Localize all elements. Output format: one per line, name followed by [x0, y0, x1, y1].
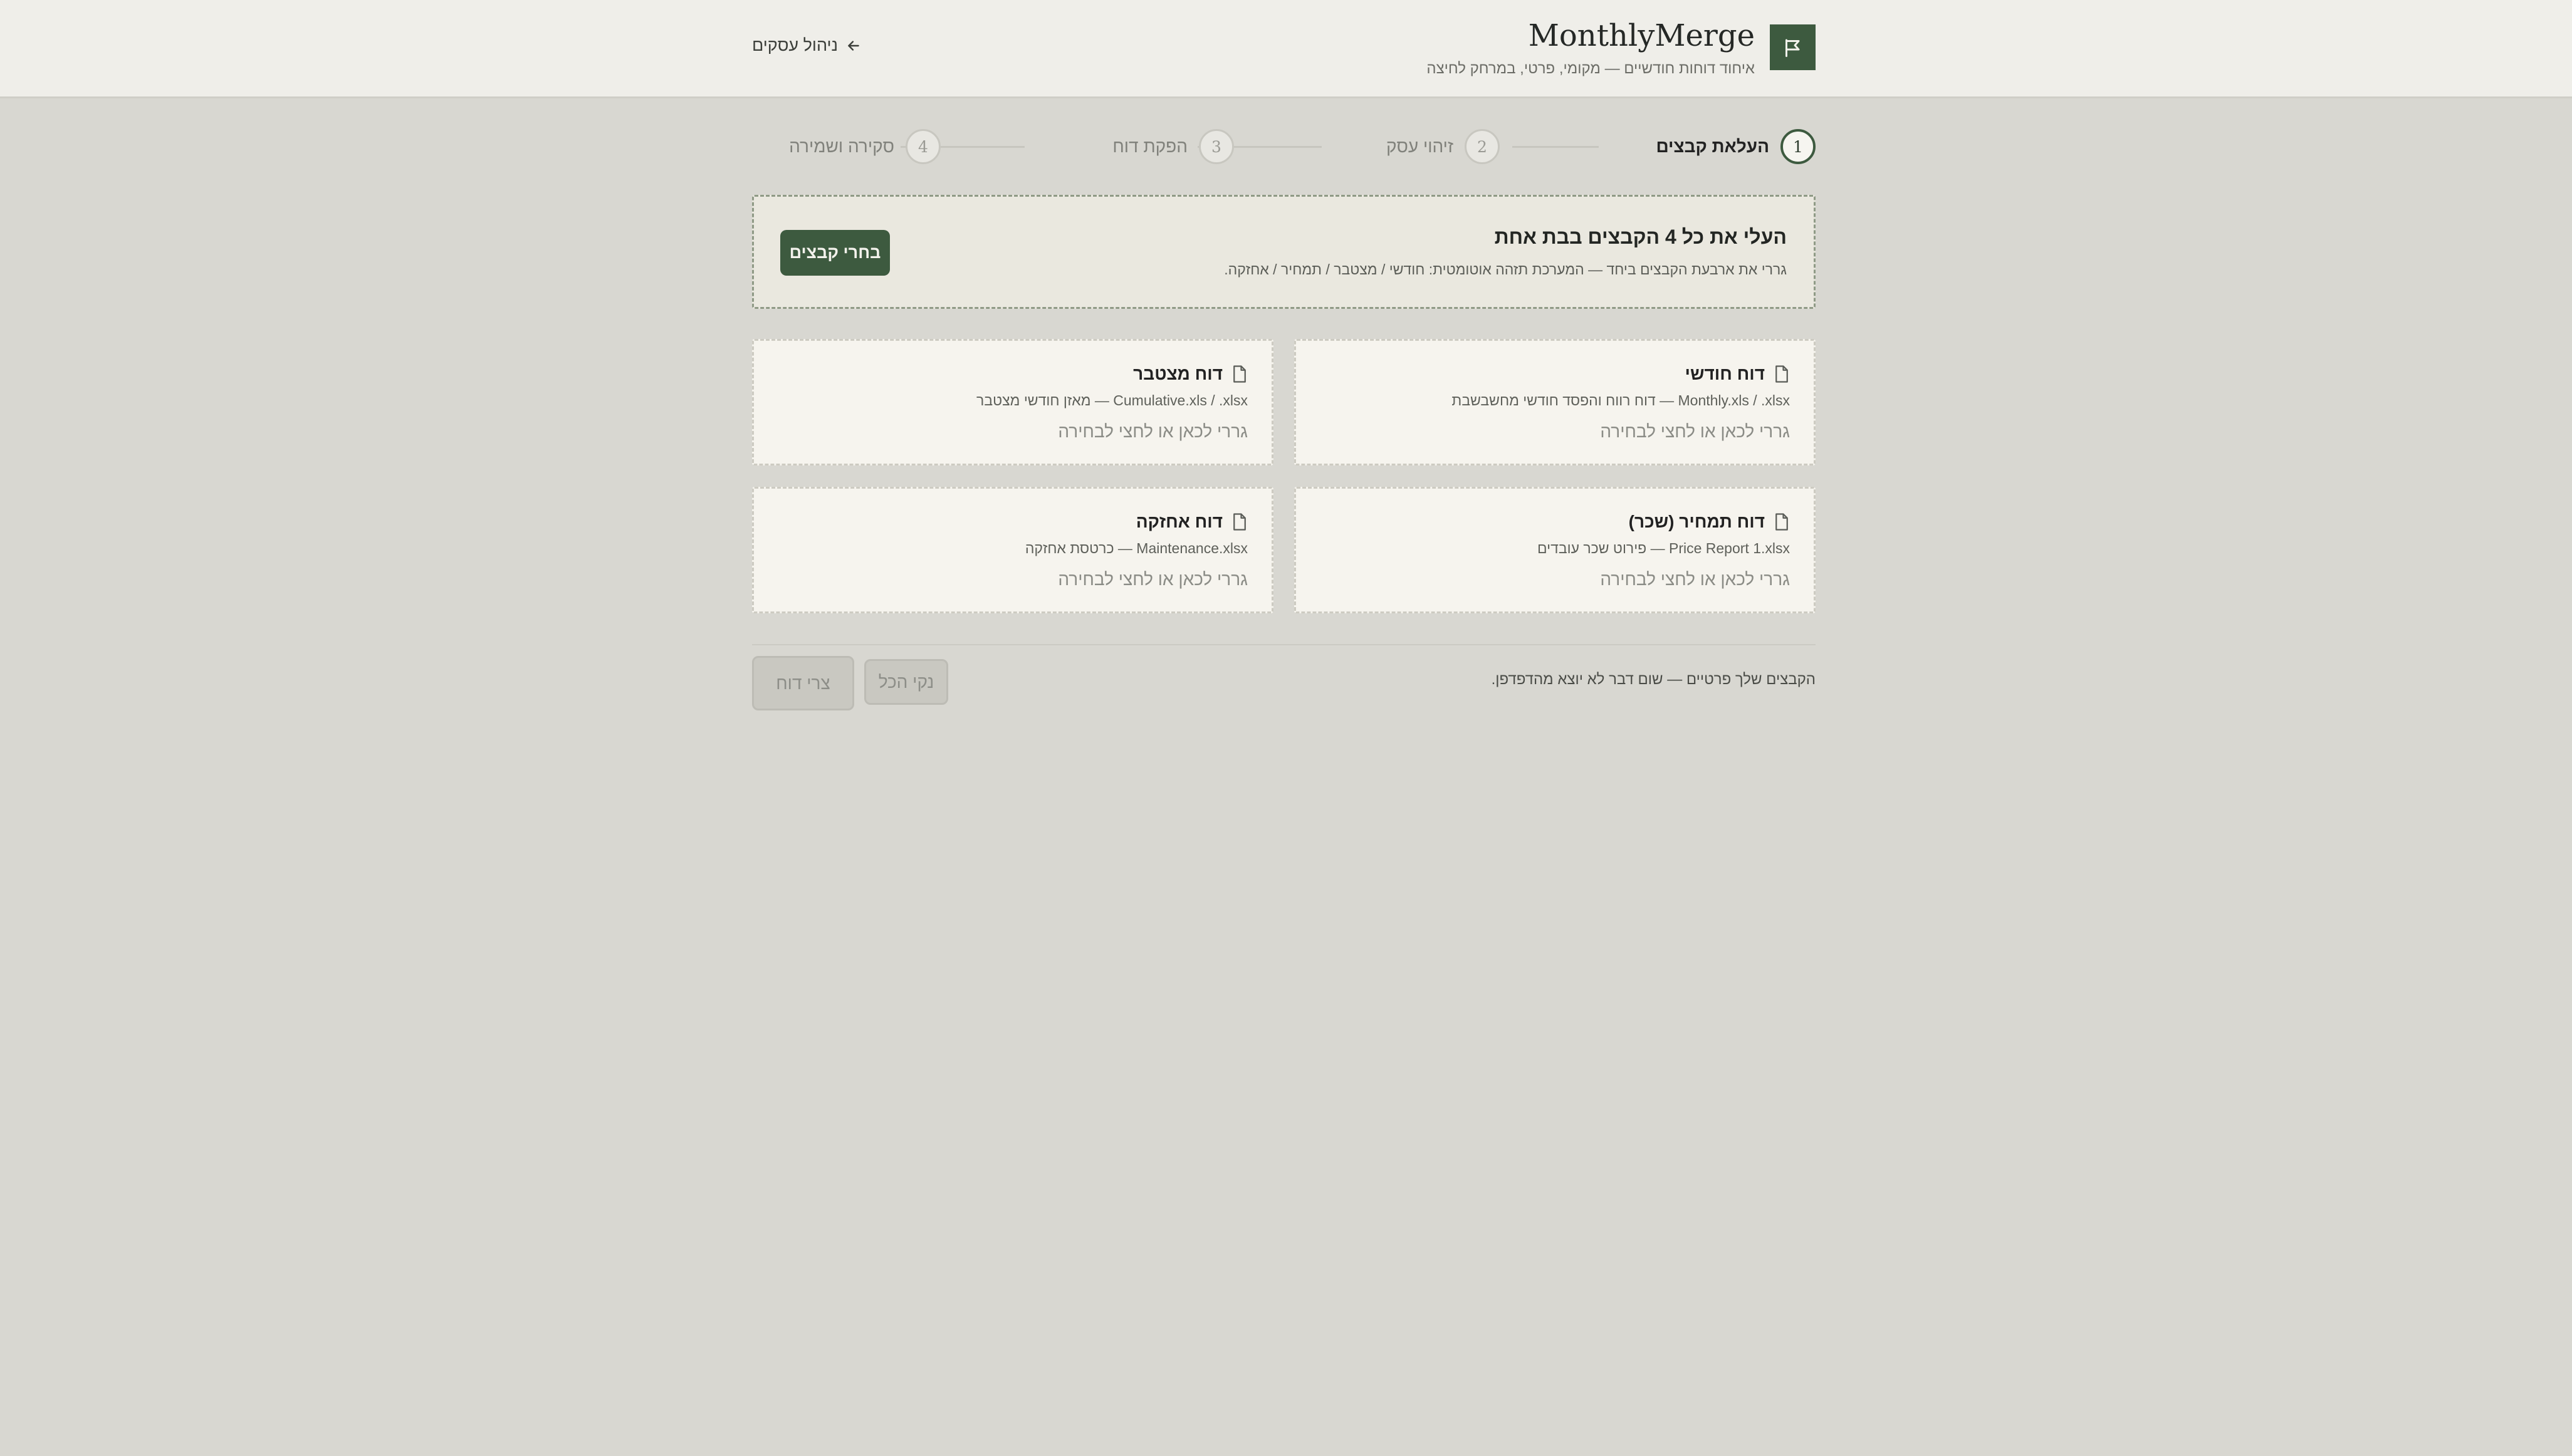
file-icon: [1233, 513, 1246, 531]
create-report-button[interactable]: צרי דוח: [752, 656, 854, 710]
card-title: דוח חודשי: [1685, 364, 1765, 383]
clear-all-button[interactable]: נקי הכל: [864, 659, 948, 705]
step-number: 3: [1199, 129, 1234, 164]
card-drop-hint: גררי לכאן או לחצי לבחירה: [1058, 422, 1248, 441]
card-title: דוח תמחיר (שכר): [1628, 512, 1765, 531]
card-drop-hint: גררי לכאן או לחצי לבחירה: [1058, 569, 1248, 589]
card-header: דוח חודשי: [1685, 364, 1790, 384]
file-icon: [1233, 365, 1246, 383]
step-label: העלאת קבצים: [1656, 137, 1769, 156]
upload-card-cumulative[interactable]: דוח מצטבר Cumulative.xls / .xlsx — מאזן …: [752, 339, 1273, 465]
choose-files-button[interactable]: בחרי קבצים: [780, 230, 890, 276]
step-upload-files[interactable]: 1 העלאת קבצים: [1656, 129, 1816, 164]
progress-stepper: 1 העלאת קבצים 2 זיהוי עסק 3 הפקת דוח 4 ס…: [755, 129, 1816, 164]
privacy-note: הקבצים שלך פרטיים — שום דבר לא יוצא מהדפ…: [1491, 671, 1816, 688]
step-review-save[interactable]: 4 סקירה ושמירה: [789, 129, 941, 164]
card-drop-hint: גררי לכאן או לחצי לבחירה: [1600, 569, 1790, 589]
step-label: הפקת דוח: [1112, 137, 1188, 156]
app-header: MonthlyMerge איחוד דוחות חודשיים — מקומי…: [0, 0, 2572, 98]
card-file-description: Cumulative.xls / .xlsx — מאזן חודשי מצטב…: [976, 392, 1248, 408]
step-number: 2: [1465, 129, 1500, 164]
step-number: 1: [1780, 129, 1816, 164]
step-number: 4: [906, 129, 941, 164]
file-icon: [1775, 365, 1788, 383]
file-icon: [1775, 513, 1788, 531]
step-identify-business[interactable]: 2 זיהוי עסק: [1386, 129, 1500, 164]
step-generate-report[interactable]: 3 הפקת דוח: [1112, 129, 1234, 164]
card-header: דוח מצטבר: [1133, 364, 1248, 384]
back-to-business-management-link[interactable]: ניהול עסקים: [752, 36, 862, 55]
upload-card-maintenance[interactable]: דוח אחזקה Maintenance.xlsx — כרטסת אחזקה…: [752, 487, 1273, 613]
step-connector: [1512, 146, 1599, 148]
card-header: דוח תמחיר (שכר): [1629, 512, 1790, 532]
back-link-label: ניהול עסקים: [752, 36, 839, 55]
brand-subtitle: איחוד דוחות חודשיים — מקומי, פרטי, במרחק…: [1426, 60, 1755, 77]
bulk-upload-title: העלי את כל 4 הקבצים בבת אחת: [1494, 226, 1787, 248]
upload-card-price[interactable]: דוח תמחיר (שכר) Price Report 1.xlsx — פי…: [1294, 487, 1816, 613]
card-header: דוח אחזקה: [1136, 512, 1248, 532]
flag-icon: [1785, 39, 1799, 57]
brand: MonthlyMerge איחוד דוחות חודשיים — מקומי…: [1426, 16, 1755, 78]
logo: [1770, 24, 1816, 70]
card-drop-hint: גררי לכאן או לחצי לבחירה: [1600, 422, 1790, 441]
step-label: סקירה ושמירה: [789, 137, 894, 156]
bulk-upload-dropzone[interactable]: העלי את כל 4 הקבצים בבת אחת גררי את ארבע…: [752, 195, 1816, 309]
upload-card-monthly[interactable]: דוח חודשי Monthly.xls / .xlsx — דוח רווח…: [1294, 339, 1816, 465]
arrow-left-icon: [848, 40, 859, 51]
card-title: דוח אחזקה: [1136, 512, 1223, 531]
step-label: זיהוי עסק: [1386, 137, 1453, 156]
card-title: דוח מצטבר: [1133, 364, 1223, 383]
card-file-description: Monthly.xls / .xlsx — דוח רווח והפסד חוד…: [1451, 392, 1790, 408]
bulk-upload-description: גררי את ארבעת הקבצים ביחד — המערכת תזהה …: [1224, 261, 1787, 278]
card-file-description: Price Report 1.xlsx — פירוט שכר עובדים: [1537, 540, 1790, 556]
brand-title: MonthlyMerge: [1528, 18, 1755, 53]
card-file-description: Maintenance.xlsx — כרטסת אחזקה: [1025, 540, 1248, 556]
divider: [752, 644, 1816, 645]
